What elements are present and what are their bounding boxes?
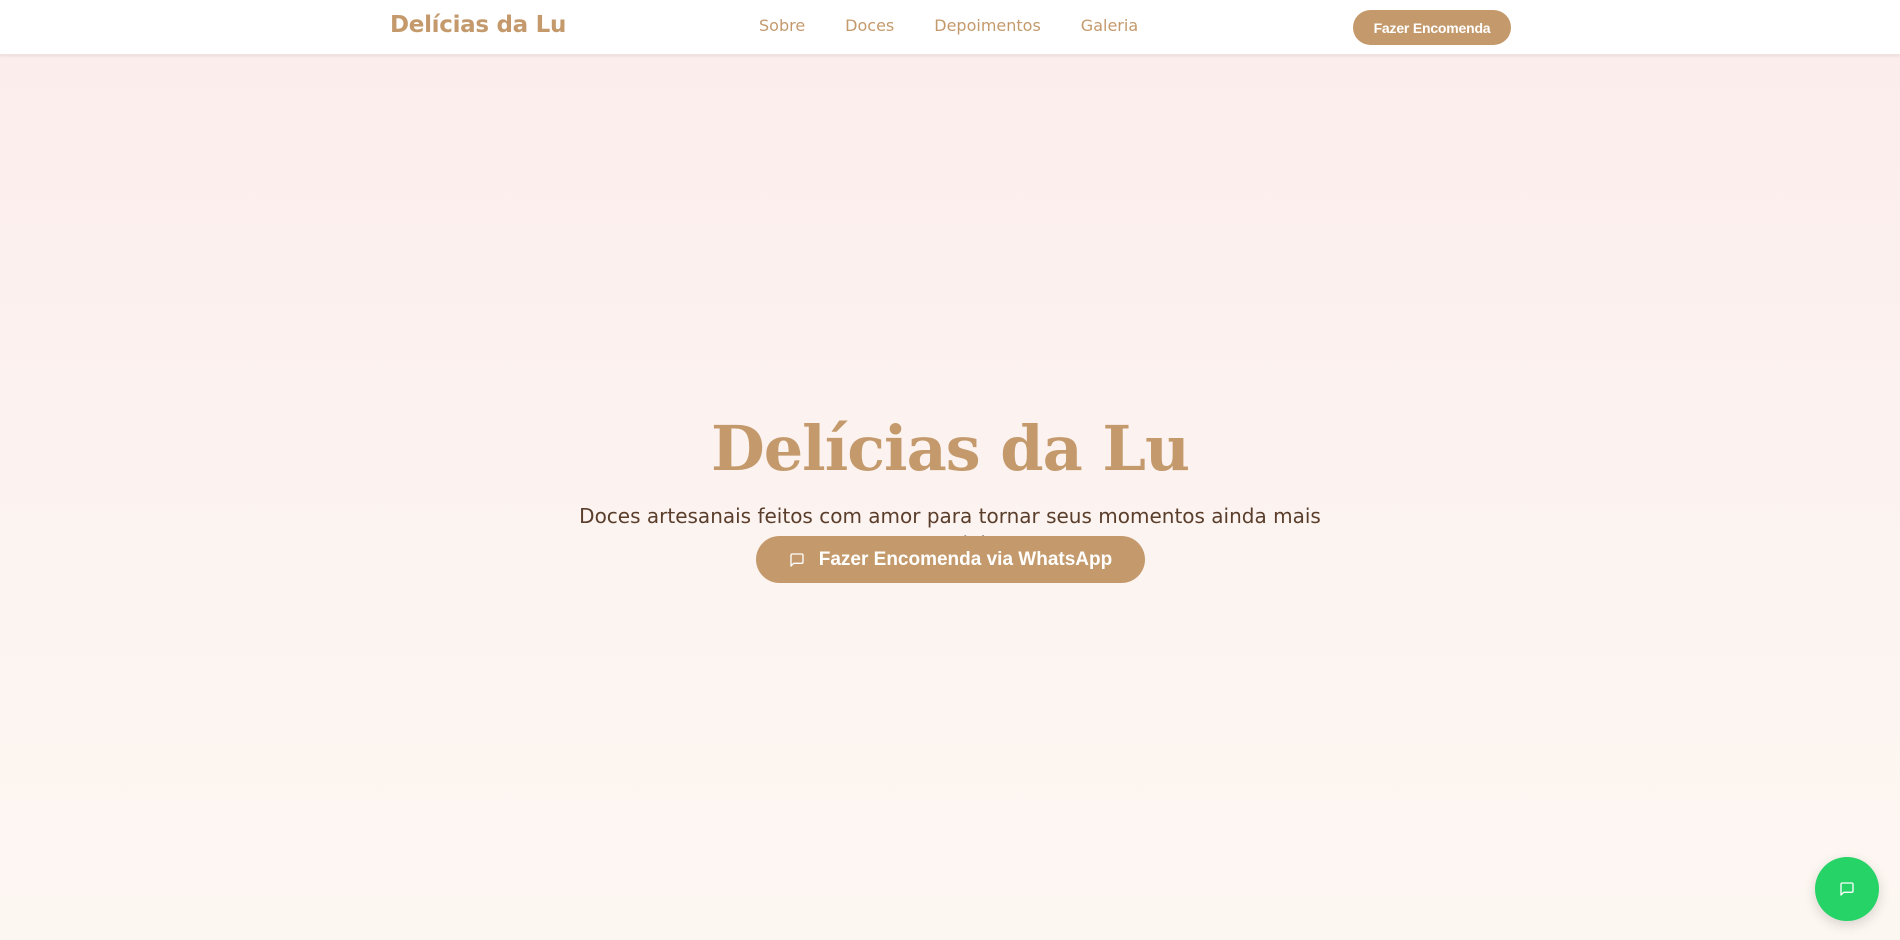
whatsapp-order-button[interactable]: Fazer Encomenda via WhatsApp [756,536,1145,583]
hero-section: Delícias da Lu Doces artesanais feitos c… [0,55,1900,940]
hero-title: Delícias da Lu [710,412,1190,485]
navbar: Delícias da Lu Sobre Doces Depoimentos G… [0,0,1900,55]
floating-whatsapp-button[interactable] [1815,857,1879,921]
nav-links: Sobre Doces Depoimentos Galeria [759,16,1138,35]
nav-link-depoimentos[interactable]: Depoimentos [934,16,1041,35]
whatsapp-order-label: Fazer Encomenda via WhatsApp [818,548,1113,570]
nav-link-doces[interactable]: Doces [845,16,894,35]
nav-link-sobre[interactable]: Sobre [759,16,805,35]
message-square-icon [1839,881,1855,897]
message-square-icon [789,552,805,568]
nav-link-galeria[interactable]: Galeria [1081,16,1138,35]
brand-logo[interactable]: Delícias da Lu [390,12,566,38]
order-button[interactable]: Fazer Encomenda [1353,10,1511,45]
